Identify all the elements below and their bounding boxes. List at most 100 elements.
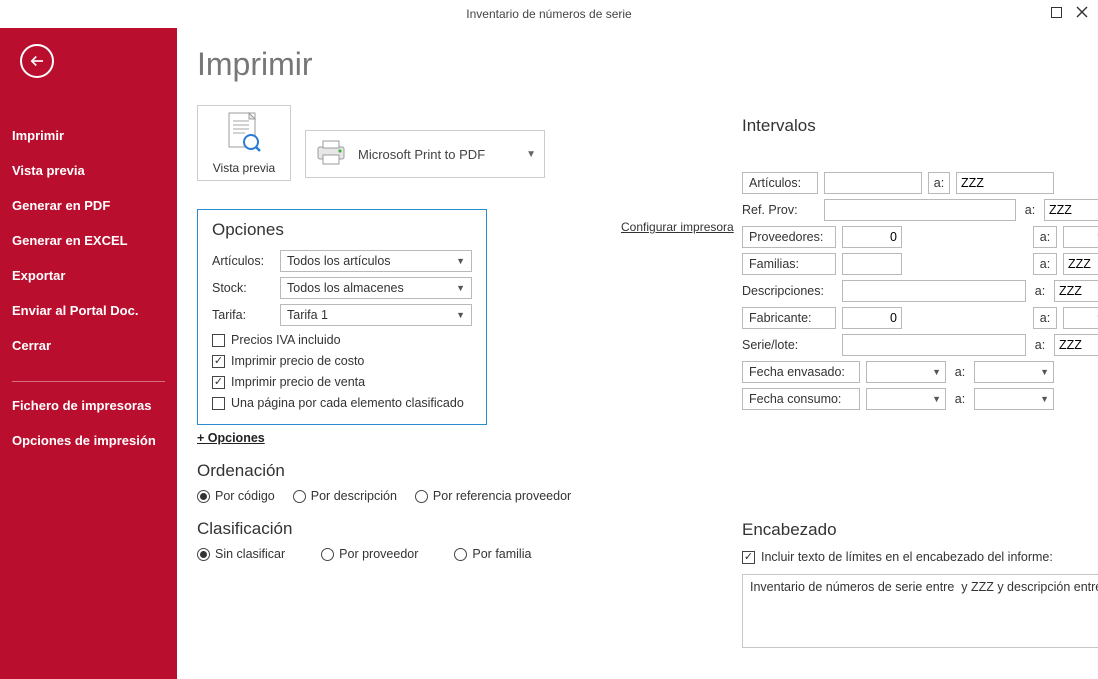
- articulos-from-input[interactable]: [824, 172, 922, 194]
- header-title: Encabezado: [742, 520, 1098, 540]
- back-button[interactable]: [20, 44, 54, 78]
- options-panel: Opciones Artículos: Todos los artículos▼…: [197, 209, 487, 425]
- familias-interval-label: Familias:: [742, 253, 836, 275]
- a-label: a:: [952, 365, 968, 379]
- sidebar-item-imprimir[interactable]: Imprimir: [0, 118, 177, 153]
- serie-from-input[interactable]: [842, 334, 1026, 356]
- radio-icon: [293, 490, 306, 503]
- sidebar-item-opciones[interactable]: Opciones de impresión: [0, 423, 177, 458]
- articulos-combo[interactable]: Todos los artículos▼: [280, 250, 472, 272]
- radio-por-descripcion[interactable]: Por descripción: [293, 489, 397, 503]
- sidebar-item-vistaprevia[interactable]: Vista previa: [0, 153, 177, 188]
- refprov-from-input[interactable]: [824, 199, 1016, 221]
- radio-icon: [197, 490, 210, 503]
- a-label: a:: [1033, 253, 1057, 275]
- tarifa-label: Tarifa:: [212, 308, 272, 322]
- sidebar-item-portal[interactable]: Enviar al Portal Doc.: [0, 293, 177, 328]
- check-precio-costo[interactable]: Imprimir precio de costo: [212, 354, 472, 368]
- a-label: a:: [928, 172, 950, 194]
- stock-label: Stock:: [212, 281, 272, 295]
- refprov-interval-label: Ref. Prov:: [742, 203, 818, 217]
- chevron-down-icon: ▼: [456, 283, 465, 293]
- check-one-page[interactable]: Una página por cada elemento clasificado: [212, 396, 472, 410]
- sidebar-item-fichero[interactable]: Fichero de impresoras: [0, 388, 177, 423]
- fconsumo-interval-label: Fecha consumo:: [742, 388, 860, 410]
- header-text-input[interactable]: [742, 574, 1098, 648]
- radio-por-codigo[interactable]: Por código: [197, 489, 275, 503]
- articulos-label: Artículos:: [212, 254, 272, 268]
- radio-icon: [454, 548, 467, 561]
- fenvasado-from-date[interactable]: ▼: [866, 361, 946, 383]
- sidebar-separator: [12, 381, 165, 382]
- checkbox-icon: [212, 334, 225, 347]
- articulos-interval-label: Artículos:: [742, 172, 818, 194]
- refprov-to-input[interactable]: [1044, 199, 1098, 221]
- a-label: a:: [1022, 203, 1038, 217]
- fconsumo-to-date[interactable]: ▼: [974, 388, 1054, 410]
- a-label: a:: [1033, 226, 1057, 248]
- chevron-down-icon: ▼: [456, 256, 465, 266]
- printer-icon: [314, 139, 348, 170]
- fabricante-interval-label: Fabricante:: [742, 307, 836, 329]
- articulos-to-input[interactable]: [956, 172, 1054, 194]
- radio-icon: [321, 548, 334, 561]
- sidebar-item-exportar[interactable]: Exportar: [0, 258, 177, 293]
- radio-sin-clasificar[interactable]: Sin clasificar: [197, 547, 285, 561]
- preview-button[interactable]: Vista previa: [197, 105, 291, 181]
- serie-to-input[interactable]: [1054, 334, 1098, 356]
- configure-printer-link[interactable]: Configurar impresora: [621, 220, 734, 234]
- a-label: a:: [1032, 284, 1048, 298]
- page-title: Imprimir: [197, 46, 1072, 83]
- options-title: Opciones: [212, 220, 472, 240]
- a-label: a:: [952, 392, 968, 406]
- title-bar: Inventario de números de serie: [0, 0, 1098, 28]
- check-precio-venta[interactable]: Imprimir precio de venta: [212, 375, 472, 389]
- a-label: a:: [1032, 338, 1048, 352]
- sidebar-item-cerrar[interactable]: Cerrar: [0, 328, 177, 363]
- radio-icon: [415, 490, 428, 503]
- serie-interval-label: Serie/lote:: [742, 338, 836, 352]
- fabricante-from-input[interactable]: [842, 307, 902, 329]
- descripciones-from-input[interactable]: [842, 280, 1026, 302]
- radio-por-refprov[interactable]: Por referencia proveedor: [415, 489, 571, 503]
- sidebar-item-excel[interactable]: Generar en EXCEL: [0, 223, 177, 258]
- descripciones-to-input[interactable]: [1054, 280, 1098, 302]
- checkbox-icon: [212, 376, 225, 389]
- familias-to-input[interactable]: [1063, 253, 1098, 275]
- fenvasado-to-date[interactable]: ▼: [974, 361, 1054, 383]
- chevron-down-icon: ▼: [456, 310, 465, 320]
- fenvasado-interval-label: Fecha envasado:: [742, 361, 860, 383]
- maximize-button[interactable]: [1046, 2, 1066, 22]
- chevron-down-icon: ▼: [526, 149, 536, 160]
- radio-por-proveedor[interactable]: Por proveedor: [321, 547, 418, 561]
- checkbox-icon: [212, 397, 225, 410]
- close-button[interactable]: [1072, 2, 1092, 22]
- chevron-down-icon: ▼: [932, 394, 941, 404]
- fabricante-to-input[interactable]: [1063, 307, 1098, 329]
- printer-select[interactable]: Microsoft Print to PDF ▼: [305, 130, 545, 178]
- content: Imprimir Vista previa: [177, 28, 1098, 679]
- descripciones-interval-label: Descripciones:: [742, 284, 836, 298]
- checkbox-icon: [212, 355, 225, 368]
- stock-combo[interactable]: Todos los almacenes▼: [280, 277, 472, 299]
- chevron-down-icon: ▼: [1040, 367, 1049, 377]
- check-include-limits[interactable]: Incluir texto de límites en el encabezad…: [742, 550, 1098, 564]
- proveedores-to-input[interactable]: [1063, 226, 1098, 248]
- sidebar: Imprimir Vista previa Generar en PDF Gen…: [0, 28, 177, 679]
- checkbox-icon: [742, 551, 755, 564]
- chevron-down-icon: ▼: [1040, 394, 1049, 404]
- check-iva[interactable]: Precios IVA incluido: [212, 333, 472, 347]
- sidebar-item-pdf[interactable]: Generar en PDF: [0, 188, 177, 223]
- printer-name: Microsoft Print to PDF: [358, 147, 526, 162]
- intervals-title: Intervalos: [742, 116, 1098, 136]
- radio-por-familia[interactable]: Por familia: [454, 547, 531, 561]
- proveedores-interval-label: Proveedores:: [742, 226, 836, 248]
- tarifa-combo[interactable]: Tarifa 1▼: [280, 304, 472, 326]
- proveedores-from-input[interactable]: [842, 226, 902, 248]
- radio-icon: [197, 548, 210, 561]
- preview-label: Vista previa: [213, 161, 275, 175]
- familias-from-input[interactable]: [842, 253, 902, 275]
- fconsumo-from-date[interactable]: ▼: [866, 388, 946, 410]
- window-title: Inventario de números de serie: [466, 7, 631, 21]
- document-preview-icon: [227, 112, 261, 155]
